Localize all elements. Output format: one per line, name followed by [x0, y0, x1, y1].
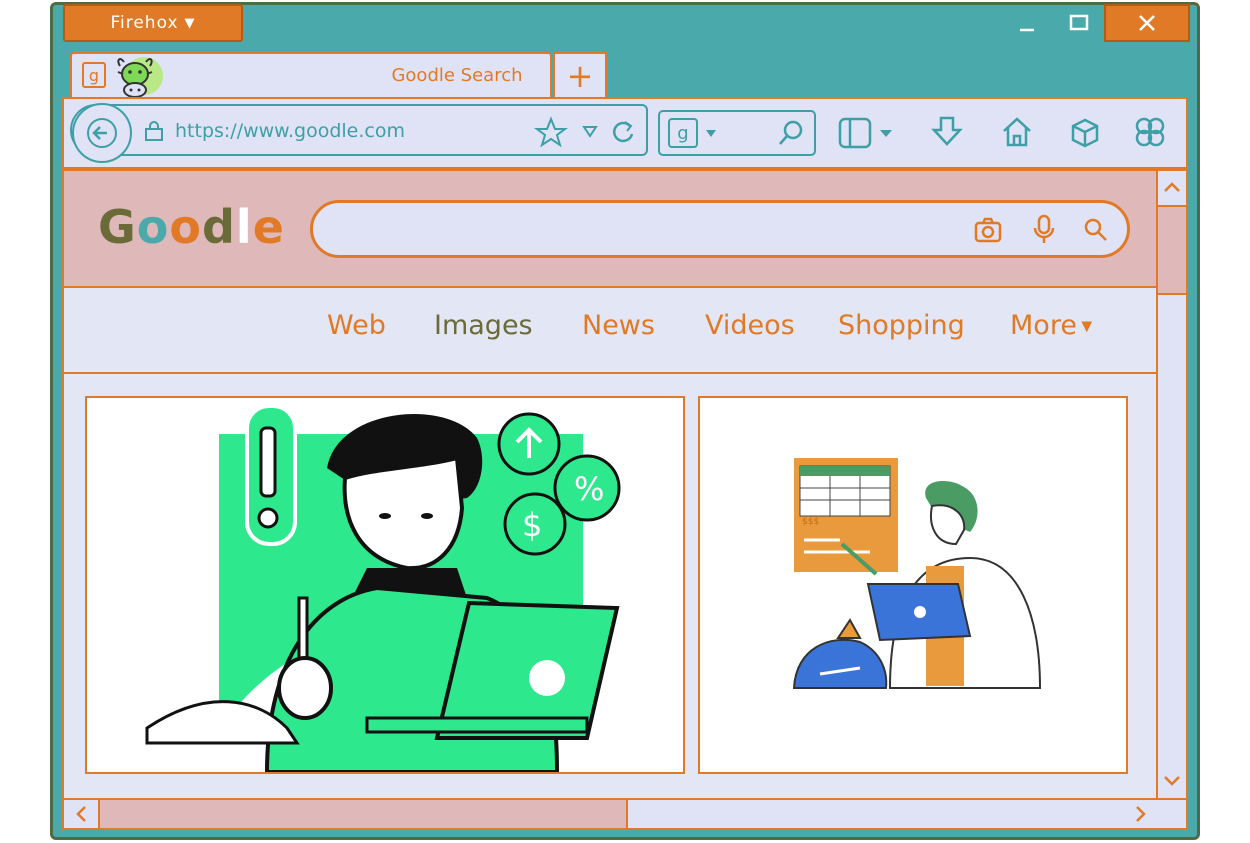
goodle-logo: Goodle — [98, 200, 285, 254]
microphone-icon[interactable] — [1031, 213, 1057, 249]
engine-dropdown-icon[interactable] — [704, 125, 718, 144]
back-arrow-icon — [87, 118, 117, 148]
image-result-finance[interactable]: $$$ — [698, 396, 1128, 774]
svg-text:%: % — [574, 470, 604, 508]
horizontal-scrollbar[interactable] — [64, 798, 1186, 828]
maximize-icon[interactable] — [1064, 8, 1094, 38]
logo-letter-e: e — [252, 200, 285, 254]
dropdown-triangle-icon: ▼ — [184, 15, 196, 31]
logo-letter-l: l — [235, 200, 253, 254]
chevron-down-icon: ▼ — [1076, 318, 1093, 335]
finance-tablet-illustration — [792, 458, 1042, 689]
search-input[interactable] — [335, 211, 959, 249]
reload-icon[interactable] — [608, 116, 638, 150]
nav-images[interactable]: Images — [434, 310, 533, 341]
camera-icon[interactable] — [973, 215, 1003, 249]
download-icon[interactable] — [930, 114, 964, 154]
spreadsheet-cell-label: $$$ — [802, 517, 820, 527]
search-icon[interactable] — [1081, 215, 1111, 249]
toolbar-search-icon[interactable] — [776, 118, 806, 152]
horizontal-scroll-thumb[interactable] — [98, 800, 628, 828]
url-text: https://www.goodle.com — [175, 120, 405, 142]
scroll-right-icon[interactable] — [1126, 800, 1156, 828]
student-laptop-illustration: % $ — [145, 404, 627, 774]
minimize-icon[interactable] — [1012, 8, 1042, 38]
nav-videos[interactable]: Videos — [705, 310, 795, 341]
url-dropdown-icon[interactable] — [582, 123, 598, 143]
app-name: Firehox — [110, 13, 179, 33]
nav-news[interactable]: News — [582, 310, 655, 341]
nav-more-label: More — [1010, 310, 1077, 341]
scroll-up-icon[interactable] — [1158, 173, 1186, 201]
lock-icon — [144, 120, 164, 146]
tab-title: Goodle Search — [391, 65, 523, 86]
new-tab-button[interactable]: + — [553, 52, 607, 98]
svg-text:$: $ — [522, 506, 542, 544]
home-icon[interactable] — [1000, 114, 1034, 154]
search-box[interactable] — [310, 200, 1130, 258]
exclamation-icon — [245, 404, 297, 546]
nav-shopping[interactable]: Shopping — [838, 310, 965, 341]
scroll-left-icon[interactable] — [66, 800, 96, 828]
close-window-button[interactable] — [1104, 4, 1190, 42]
image-result-student[interactable]: % $ — [85, 396, 685, 774]
plus-icon: + — [566, 57, 594, 95]
back-button[interactable] — [72, 103, 132, 163]
extensions-cube-icon[interactable] — [1070, 117, 1100, 153]
search-engine-icon: g — [668, 118, 698, 148]
app-menu-button[interactable]: Firehox ▼ — [63, 4, 243, 42]
vertical-scroll-thumb[interactable] — [1158, 205, 1186, 295]
logo-letter-o2: o — [169, 200, 202, 254]
logo-letter-d: d — [201, 200, 236, 254]
search-engine-box[interactable]: g — [658, 110, 816, 156]
sidebar-icon[interactable] — [838, 116, 896, 154]
addons-clover-icon[interactable] — [1132, 114, 1168, 154]
scroll-down-icon[interactable] — [1158, 767, 1186, 795]
tab-goodle-search[interactable]: g Goodle Search — [70, 52, 552, 100]
logo-letter-o1: o — [136, 200, 170, 254]
logo-letter-g: G — [98, 200, 137, 254]
nav-more[interactable]: More ▼ — [1010, 310, 1092, 341]
bookmark-star-icon[interactable] — [534, 116, 568, 152]
close-icon — [1139, 15, 1155, 31]
nav-web[interactable]: Web — [327, 310, 386, 341]
tab-favicon: g — [82, 62, 106, 88]
vertical-scrollbar[interactable] — [1156, 171, 1186, 799]
